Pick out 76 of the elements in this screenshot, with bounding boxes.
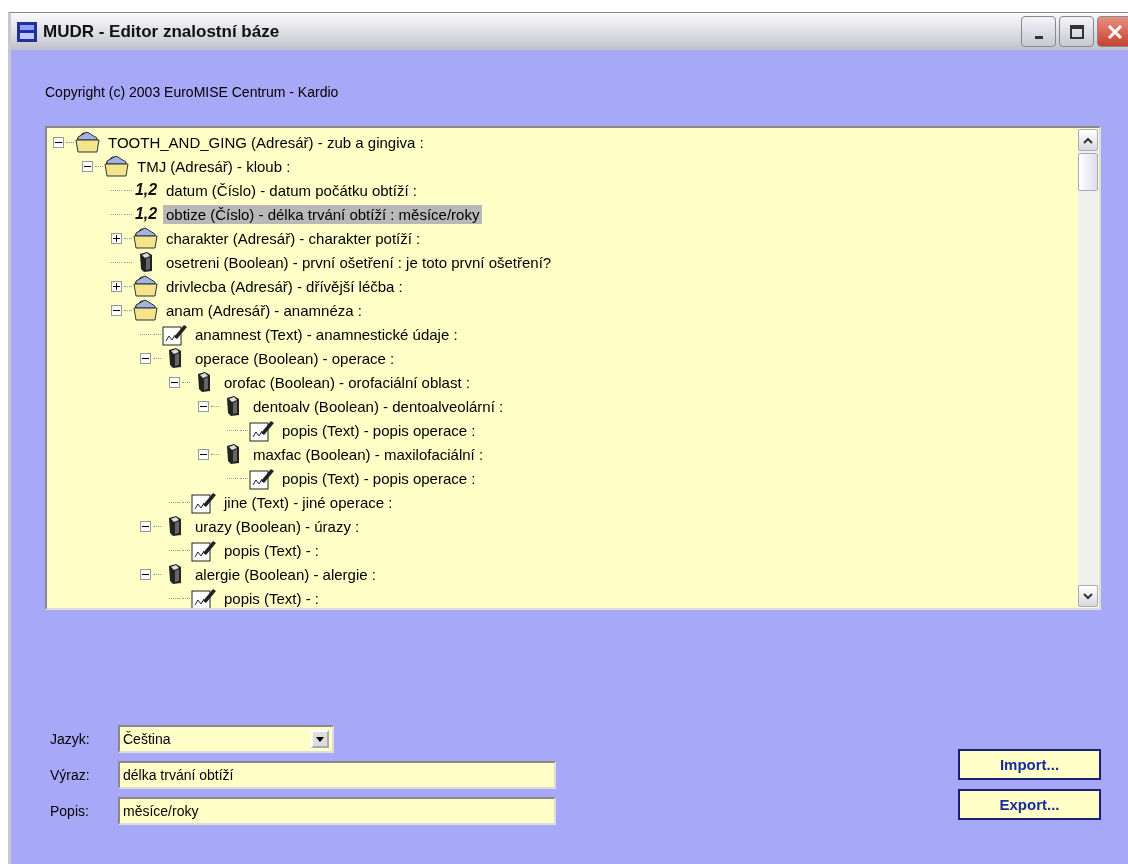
folder-icon bbox=[133, 299, 159, 321]
minimize-icon bbox=[1034, 36, 1043, 39]
document-pen-icon bbox=[191, 586, 217, 608]
tree-item[interactable]: popis (Text) - popis operace : bbox=[279, 468, 479, 488]
collapse-toggle[interactable] bbox=[82, 160, 93, 172]
tree-item[interactable]: TOOTH_AND_GING (Adresář) - zub a gingiva : bbox=[105, 132, 427, 152]
field-label: Jazyk: bbox=[50, 731, 91, 747]
document-pen-icon bbox=[162, 322, 188, 346]
action-button[interactable]: Import... bbox=[958, 749, 1101, 780]
field-label: Výraz: bbox=[50, 767, 91, 783]
switch-icon bbox=[196, 371, 212, 393]
scroll-down-button[interactable] bbox=[1078, 585, 1098, 607]
expand-toggle[interactable] bbox=[111, 232, 122, 244]
collapse-toggle[interactable] bbox=[53, 136, 64, 148]
maximize-button[interactable] bbox=[1059, 16, 1094, 47]
tree-item[interactable]: charakter (Adresář) - charakter potíží : bbox=[163, 228, 424, 248]
tree-item[interactable]: orofac (Boolean) - orofaciální oblast : bbox=[221, 372, 473, 392]
tree-item[interactable]: osetreni (Boolean) - první ošetření : je toto první ošetření? bbox=[163, 252, 555, 272]
plus-icon bbox=[113, 282, 120, 290]
input-field[interactable]: měsíce/roky bbox=[118, 797, 556, 825]
tree-item[interactable]: maxfac (Boolean) - maxilofaciální : bbox=[250, 444, 487, 464]
input-field[interactable]: délka trvání obtíží bbox=[118, 761, 556, 789]
number-type-icon: 1,2 bbox=[132, 181, 160, 199]
switch-icon bbox=[167, 563, 183, 585]
scrollbar[interactable] bbox=[1078, 129, 1098, 607]
field-label: Popis: bbox=[50, 803, 90, 819]
tree-item[interactable]: urazy (Boolean) - úrazy : bbox=[192, 516, 363, 536]
collapse-toggle[interactable] bbox=[198, 400, 209, 412]
minimize-button[interactable] bbox=[1021, 16, 1056, 47]
tree-item[interactable]: anamnest (Text) - anamnestické údaje : bbox=[192, 324, 461, 344]
collapse-toggle[interactable] bbox=[169, 376, 180, 388]
folder-icon bbox=[75, 131, 101, 153]
tree-item[interactable]: popis (Text) - popis operace : bbox=[279, 420, 479, 440]
tree-item[interactable]: popis (Text) - : bbox=[221, 588, 323, 608]
tree-item[interactable]: TMJ (Adresář) - kloub : bbox=[134, 156, 294, 176]
document-pen-icon bbox=[249, 418, 275, 442]
collapse-toggle[interactable] bbox=[111, 304, 122, 316]
collapse-toggle[interactable] bbox=[198, 448, 209, 460]
tree-item[interactable]: dentoalv (Boolean) - dentoalveolární : bbox=[250, 396, 507, 416]
dropdown-button[interactable] bbox=[311, 730, 329, 748]
tree-item[interactable]: obtize (Číslo) - délka trvání obtíží : měsíce/roky bbox=[163, 204, 483, 224]
tree-item[interactable]: popis (Text) - : bbox=[221, 540, 323, 560]
switch-icon bbox=[167, 515, 183, 537]
maximize-icon bbox=[1069, 24, 1084, 39]
close-button[interactable] bbox=[1097, 16, 1128, 47]
collapse-toggle[interactable] bbox=[140, 352, 151, 364]
switch-icon bbox=[138, 251, 154, 273]
folder-icon bbox=[133, 227, 159, 249]
tree-item[interactable]: datum (Číslo) - datum počátku obtíží : bbox=[163, 180, 420, 200]
number-type-icon: 1,2 bbox=[132, 205, 160, 223]
expand-toggle[interactable] bbox=[111, 280, 122, 292]
switch-icon bbox=[167, 347, 183, 369]
dropdown-arrow-icon bbox=[316, 736, 324, 742]
plus-icon bbox=[113, 234, 120, 242]
language-dropdown[interactable]: Čeština bbox=[118, 725, 334, 753]
tree-item[interactable]: operace (Boolean) - operace : bbox=[192, 348, 398, 368]
folder-icon bbox=[104, 155, 130, 177]
collapse-toggle[interactable] bbox=[140, 520, 151, 532]
window-title: MUDR - Editor znalostní báze bbox=[43, 21, 281, 42]
tree-item[interactable]: drivlecba (Adresář) - dřívější léčba : bbox=[163, 276, 406, 296]
switch-icon bbox=[225, 395, 241, 417]
scroll-thumb[interactable] bbox=[1078, 153, 1098, 191]
collapse-toggle[interactable] bbox=[140, 568, 151, 580]
close-icon bbox=[1106, 23, 1123, 40]
switch-icon bbox=[225, 443, 241, 465]
action-button[interactable]: Export... bbox=[958, 789, 1101, 820]
document-pen-icon bbox=[191, 538, 217, 562]
tree-view[interactable] bbox=[45, 126, 1101, 610]
folder-icon bbox=[133, 275, 159, 297]
tree-item[interactable]: alergie (Boolean) - alergie : bbox=[192, 564, 379, 584]
tree-item[interactable]: anam (Adresář) - anamnéza : bbox=[163, 300, 365, 320]
tree-item[interactable]: jine (Text) - jiné operace : bbox=[221, 492, 396, 512]
copyright-text: Copyright (c) 2003 EuroMISE Centrum - Kardio bbox=[45, 84, 340, 100]
document-pen-icon bbox=[191, 490, 217, 514]
document-pen-icon bbox=[249, 466, 275, 490]
scroll-up-button[interactable] bbox=[1078, 129, 1098, 151]
